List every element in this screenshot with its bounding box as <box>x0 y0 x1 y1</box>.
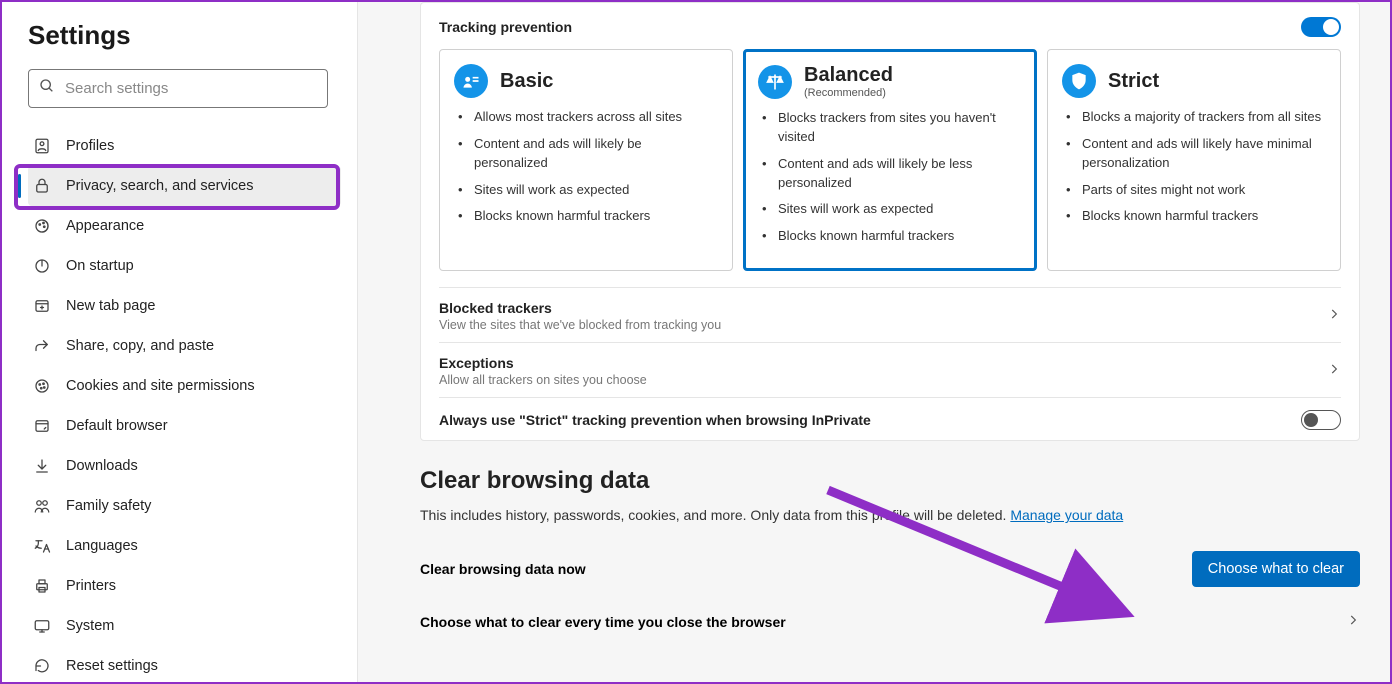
tracking-level-point: Content and ads will likely have minimal… <box>1070 135 1326 173</box>
clear-now-label: Clear browsing data now <box>420 561 586 577</box>
sidebar-item-label: New tab page <box>66 298 155 314</box>
tracking-level-title: Strict <box>1108 70 1159 93</box>
settings-sidebar: Settings Profiles Privacy, search, and se… <box>2 2 358 682</box>
sidebar-item-profiles[interactable]: Profiles <box>28 126 341 166</box>
reset-icon <box>32 656 52 676</box>
sidebar-item-family[interactable]: Family safety <box>28 486 341 526</box>
sidebar-item-appearance[interactable]: Appearance <box>28 206 341 246</box>
sidebar-item-reset[interactable]: Reset settings <box>28 646 341 682</box>
tracking-level-title: Basic <box>500 70 553 93</box>
tracking-level-point: Allows most trackers across all sites <box>462 108 718 127</box>
sidebar-item-downloads[interactable]: Downloads <box>28 446 341 486</box>
family-icon <box>32 496 52 516</box>
sidebar-item-newtab[interactable]: New tab page <box>28 286 341 326</box>
tracking-level-point: Blocks trackers from sites you haven't v… <box>766 109 1022 147</box>
balanced-icon <box>758 65 792 99</box>
browser-icon <box>32 416 52 436</box>
sidebar-item-label: Privacy, search, and services <box>66 178 254 194</box>
tracking-prevention-toggle[interactable] <box>1301 17 1341 37</box>
tracking-level-point: Content and ads will likely be less pers… <box>766 155 1022 193</box>
tracking-level-subtitle: (Recommended) <box>804 87 893 99</box>
sidebar-item-label: Profiles <box>66 138 114 154</box>
sidebar-item-label: Downloads <box>66 458 138 474</box>
tracking-level-point: Sites will work as expected <box>462 181 718 200</box>
blocked-trackers-row[interactable]: Blocked trackers View the sites that we'… <box>439 287 1341 342</box>
tracking-level-balanced[interactable]: Balanced(Recommended) Blocks trackers fro… <box>743 49 1037 271</box>
choose-what-to-clear-button[interactable]: Choose what to clear <box>1192 551 1360 587</box>
sidebar-item-label: Cookies and site permissions <box>66 378 255 394</box>
exceptions-title: Exceptions <box>439 355 647 371</box>
tracking-level-point: Blocks known harmful trackers <box>1070 207 1326 226</box>
power-icon <box>32 256 52 276</box>
language-icon <box>32 536 52 556</box>
manage-your-data-link[interactable]: Manage your data <box>1010 507 1123 523</box>
blocked-trackers-title: Blocked trackers <box>439 300 721 316</box>
tracking-level-basic[interactable]: Basic Allows most trackers across all sit… <box>439 49 733 271</box>
tracking-level-point: Blocks known harmful trackers <box>766 227 1022 246</box>
sidebar-item-languages[interactable]: Languages <box>28 526 341 566</box>
printer-icon <box>32 576 52 596</box>
sidebar-title: Settings <box>28 20 341 51</box>
profile-icon <box>32 136 52 156</box>
exceptions-desc: Allow all trackers on sites you choose <box>439 373 647 387</box>
search-container[interactable] <box>28 69 328 108</box>
sidebar-item-label: Printers <box>66 578 116 594</box>
sidebar-item-label: Share, copy, and paste <box>66 338 214 354</box>
share-icon <box>32 336 52 356</box>
chevron-right-icon <box>1346 613 1360 630</box>
chevron-right-icon <box>1327 362 1341 381</box>
clear-browsing-data-desc: This includes history, passwords, cookie… <box>420 507 1360 523</box>
sidebar-item-default[interactable]: Default browser <box>28 406 341 446</box>
choose-on-close-label: Choose what to clear every time you clos… <box>420 614 786 630</box>
system-icon <box>32 616 52 636</box>
basic-icon <box>454 64 488 98</box>
choose-on-close-row[interactable]: Choose what to clear every time you clos… <box>420 613 1360 630</box>
tracking-level-point: Parts of sites might not work <box>1070 181 1326 200</box>
sidebar-item-startup[interactable]: On startup <box>28 246 341 286</box>
cookie-icon <box>32 376 52 396</box>
sidebar-item-label: Appearance <box>66 218 144 234</box>
newtab-icon <box>32 296 52 316</box>
tracking-prevention-title: Tracking prevention <box>439 19 572 35</box>
strict-icon <box>1062 64 1096 98</box>
sidebar-item-label: Languages <box>66 538 138 554</box>
settings-main: Tracking prevention Basic Allows most tra… <box>358 2 1390 682</box>
chevron-right-icon <box>1327 307 1341 326</box>
search-icon <box>39 78 55 99</box>
sidebar-item-label: System <box>66 618 114 634</box>
sidebar-item-share[interactable]: Share, copy, and paste <box>28 326 341 366</box>
blocked-trackers-desc: View the sites that we've blocked from t… <box>439 318 721 332</box>
sidebar-nav: Profiles Privacy, search, and services App… <box>28 126 341 682</box>
tracking-level-point: Sites will work as expected <box>766 200 1022 219</box>
sidebar-item-system[interactable]: System <box>28 606 341 646</box>
tracking-level-cards: Basic Allows most trackers across all sit… <box>439 49 1341 271</box>
sidebar-item-cookies[interactable]: Cookies and site permissions <box>28 366 341 406</box>
lock-icon <box>32 176 52 196</box>
brush-icon <box>32 216 52 236</box>
download-icon <box>32 456 52 476</box>
sidebar-item-label: Reset settings <box>66 658 158 674</box>
tracking-prevention-panel: Tracking prevention Basic Allows most tra… <box>420 2 1360 441</box>
exceptions-row[interactable]: Exceptions Allow all trackers on sites y… <box>439 342 1341 397</box>
tracking-level-point: Blocks a majority of trackers from all s… <box>1070 108 1326 127</box>
clear-browsing-data-title: Clear browsing data <box>420 467 1360 495</box>
inprivate-strict-toggle[interactable] <box>1301 410 1341 430</box>
sidebar-item-label: On startup <box>66 258 134 274</box>
tracking-level-title: Balanced <box>804 64 893 87</box>
tracking-level-point: Blocks known harmful trackers <box>462 207 718 226</box>
tracking-level-strict[interactable]: Strict Blocks a majority of trackers from… <box>1047 49 1341 271</box>
sidebar-item-label: Family safety <box>66 498 151 514</box>
sidebar-item-label: Default browser <box>66 418 168 434</box>
sidebar-item-printers[interactable]: Printers <box>28 566 341 606</box>
search-input[interactable] <box>65 80 317 97</box>
tracking-level-point: Content and ads will likely be personali… <box>462 135 718 173</box>
inprivate-strict-label: Always use "Strict" tracking prevention … <box>439 412 871 428</box>
sidebar-item-privacy[interactable]: Privacy, search, and services <box>28 166 341 206</box>
